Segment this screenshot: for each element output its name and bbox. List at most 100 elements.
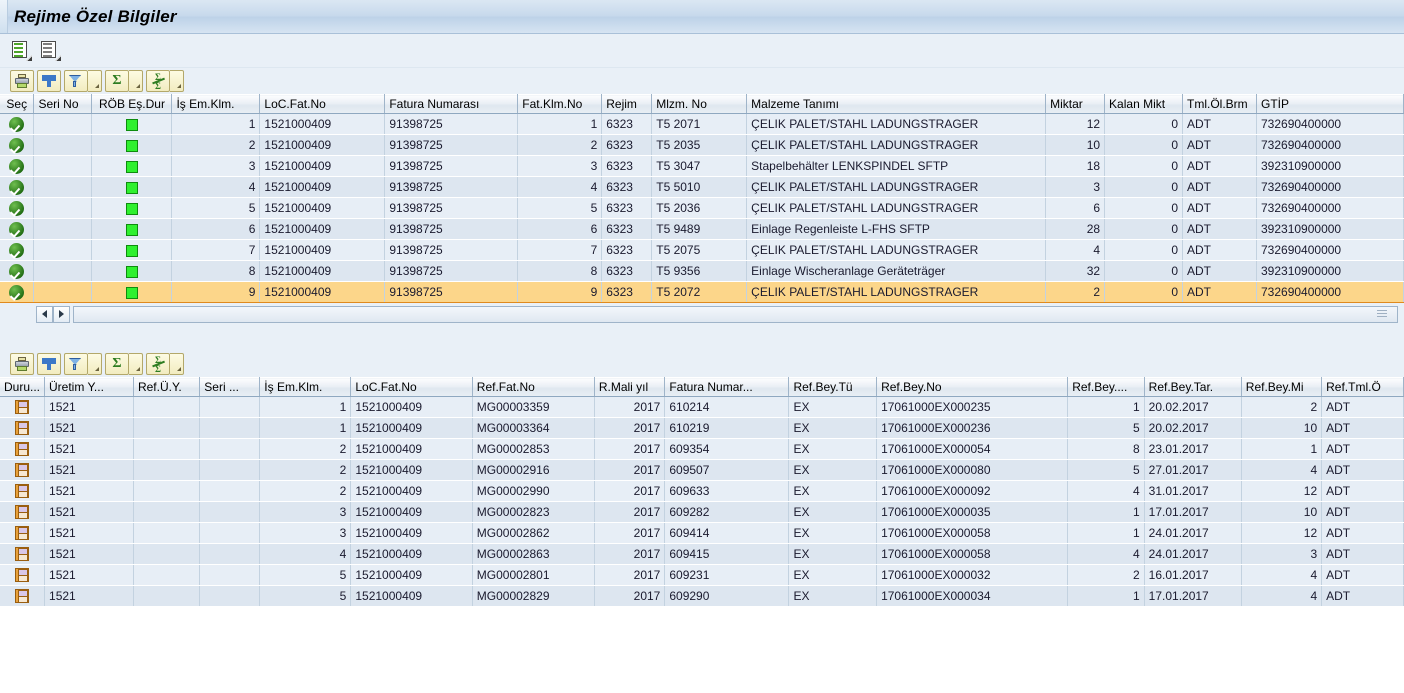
upper-grid-cell-loc_fat_no: 1521000409 <box>259 113 386 135</box>
row-selected-check-icon[interactable] <box>9 263 25 279</box>
lower-grid-column-header-ref_fat_no[interactable]: Ref.Fat.No <box>472 377 595 397</box>
upper-grid-table-row[interactable]: 4 1521000409 91398725 4 6323 T5 5010 ÇELIK PAL… <box>0 176 1404 198</box>
lower-grid-column-header-ref_bey_k[interactable]: Ref.Bey.... <box>1067 377 1145 397</box>
total-dropdown-arrow-lower[interactable] <box>129 353 143 375</box>
lower-grid-table-row[interactable]: 1521 4 1521000409 MG00002863 2017 609415 EX 170… <box>0 543 1404 565</box>
lower-grid-column-header-ref_tml_o[interactable]: Ref.Tml.Ö <box>1321 377 1404 397</box>
upper-grid-column-header-fatura_no[interactable]: Fatura Numarası <box>384 94 519 114</box>
row-selected-check-icon[interactable] <box>9 221 25 237</box>
upper-grid-cell-seri_no <box>33 281 93 303</box>
row-selected-check-icon[interactable] <box>9 179 25 195</box>
print-button[interactable] <box>10 70 34 92</box>
upper-grid-cell-sec[interactable] <box>0 260 35 282</box>
total-dropdown-arrow[interactable] <box>129 70 143 92</box>
total-button[interactable]: Σ <box>105 70 129 92</box>
upper-grid-cell-sec[interactable] <box>0 197 35 219</box>
upper-grid-cell-sec[interactable] <box>0 134 35 156</box>
upper-grid-column-header-tml_ol_brm[interactable]: Tml.Öl.Brm <box>1182 94 1257 114</box>
lower-grid-column-header-fatura_numar[interactable]: Fatura Numar... <box>664 377 790 397</box>
lower-grid-column-header-r_mali_yil[interactable]: R.Mali yıl <box>594 377 666 397</box>
upper-grid-cell-fatura_no: 91398725 <box>384 113 519 135</box>
lower-grid-cell-ref_u_y <box>133 585 201 607</box>
upper-grid-table-row[interactable]: 5 1521000409 91398725 5 6323 T5 2036 ÇELIK PAL… <box>0 197 1404 219</box>
lower-grid-table-row[interactable]: 1521 5 1521000409 MG00002801 2017 609231 EX 170… <box>0 564 1404 586</box>
lower-grid-column-header-uretim_y[interactable]: Üretim Y... <box>44 377 134 397</box>
lower-grid-column-header-ref_bey_mi[interactable]: Ref.Bey.Mi <box>1241 377 1323 397</box>
upper-grid-column-header-gtip[interactable]: GTİP <box>1256 94 1404 114</box>
lower-grid-table-row[interactable]: 1521 5 1521000409 MG00002829 2017 609290 EX 170… <box>0 585 1404 607</box>
filter-button[interactable] <box>37 70 61 92</box>
display-detail-grey-icon[interactable] <box>41 41 61 61</box>
lower-grid-table-row[interactable]: 1521 3 1521000409 MG00002823 2017 609282 EX 170… <box>0 501 1404 523</box>
upper-grid-cell-sec[interactable] <box>0 155 35 177</box>
upper-grid-cell-sec[interactable] <box>0 281 35 303</box>
upper-grid-cell-sec[interactable] <box>0 176 35 198</box>
upper-grid-cell-fatura_no: 91398725 <box>384 260 519 282</box>
print-button-lower[interactable] <box>10 353 34 375</box>
upper-grid-table-row[interactable]: 3 1521000409 91398725 3 6323 T5 3047 Stapelbeh… <box>0 155 1404 177</box>
upper-grid-column-header-miktar[interactable]: Miktar <box>1045 94 1106 114</box>
upper-grid-column-header-rob_es_dur[interactable]: RÖB Eş.Dur <box>91 94 173 114</box>
lower-grid-cell-seri <box>199 564 261 586</box>
upper-grid-table-row[interactable]: 6 1521000409 91398725 6 6323 T5 9489 Einlage R… <box>0 218 1404 240</box>
lower-grid-column-header-duru[interactable]: Duru... <box>0 377 46 397</box>
upper-grid-cell-sec[interactable] <box>0 218 35 240</box>
upper-grid-table-row[interactable]: 7 1521000409 91398725 7 6323 T5 2075 ÇELIK PAL… <box>0 239 1404 261</box>
lower-grid-table-row[interactable]: 1521 2 1521000409 MG00002916 2017 609507 EX 170… <box>0 459 1404 481</box>
lower-grid-table-row[interactable]: 1521 1 1521000409 MG00003359 2017 610214 EX 170… <box>0 396 1404 418</box>
lower-grid-table-row[interactable]: 1521 1 1521000409 MG00003364 2017 610219 EX 170… <box>0 417 1404 439</box>
row-selected-check-icon[interactable] <box>9 158 25 174</box>
lower-grid-column-header-is_em_klm[interactable]: İş Em.Klm. <box>259 377 352 397</box>
lower-grid-table-row[interactable]: 1521 2 1521000409 MG00002990 2017 609633 EX 170… <box>0 480 1404 502</box>
row-selected-check-icon[interactable] <box>9 242 25 258</box>
upper-grid-column-header-mlzm_no[interactable]: Mlzm. No <box>651 94 748 114</box>
set-filter-button[interactable] <box>64 70 88 92</box>
lower-grid-table-row[interactable]: 1521 3 1521000409 MG00002862 2017 609414 EX 170… <box>0 522 1404 544</box>
upper-grid-column-header-sec[interactable]: Seç <box>0 94 35 114</box>
upper-grid-table-row[interactable]: 1 1521000409 91398725 1 6323 T5 2071 ÇELIK PAL… <box>0 113 1404 135</box>
subtotal-dropdown-arrow[interactable] <box>170 70 184 92</box>
subtotal-dropdown-arrow-lower[interactable] <box>170 353 184 375</box>
row-selected-check-icon[interactable] <box>9 284 25 300</box>
upper-grid-column-header-kalan_mikt[interactable]: Kalan Mikt <box>1104 94 1184 114</box>
total-button-lower[interactable]: Σ <box>105 353 129 375</box>
lower-grid-column-header-ref_bey_tar[interactable]: Ref.Bey.Tar. <box>1144 377 1242 397</box>
status-green-square-icon <box>125 118 138 131</box>
scroll-right-arrow-icon[interactable] <box>53 305 70 323</box>
subtotal-button[interactable]: ΣΣ <box>146 70 170 92</box>
lower-grid-column-header-loc_fat_no[interactable]: LoC.Fat.No <box>350 377 473 397</box>
upper-grid-horizontal-scrollbar[interactable] <box>0 303 1404 325</box>
set-filter-button-lower[interactable] <box>64 353 88 375</box>
upper-grid-cell-sec[interactable] <box>0 239 35 261</box>
row-selected-check-icon[interactable] <box>9 200 25 216</box>
lower-grid-column-header-ref_bey_tu[interactable]: Ref.Bey.Tü <box>788 377 878 397</box>
upper-grid-column-header-malzeme[interactable]: Malzeme Tanımı <box>746 94 1047 114</box>
upper-grid-column-header-is_em_klm[interactable]: İş Em.Klm. <box>171 94 261 114</box>
upper-grid-table-row[interactable]: 8 1521000409 91398725 8 6323 T5 9356 Einlage W… <box>0 260 1404 282</box>
upper-grid-cell-loc_fat_no: 1521000409 <box>259 197 386 219</box>
display-detail-green-icon[interactable] <box>12 41 32 61</box>
lower-grid-cell-fatura_numar: 609415 <box>664 543 790 565</box>
upper-grid-column-header-fat_klm_no[interactable]: Fat.Klm.No <box>517 94 603 114</box>
upper-grid-column-header-loc_fat_no[interactable]: LoC.Fat.No <box>259 94 386 114</box>
lower-grid-cell-ref_u_y <box>133 396 201 418</box>
upper-grid-column-header-rejim[interactable]: Rejim <box>601 94 653 114</box>
lower-grid-cell-ref_bey_tar: 24.01.2017 <box>1144 522 1242 544</box>
row-selected-check-icon[interactable] <box>9 137 25 153</box>
set-filter-dropdown-arrow[interactable] <box>88 70 102 92</box>
filter-button-lower[interactable] <box>37 353 61 375</box>
lower-grid-table-row[interactable]: 1521 2 1521000409 MG00002853 2017 609354 EX 170… <box>0 438 1404 460</box>
set-filter-dropdown-arrow-lower[interactable] <box>88 353 102 375</box>
upper-grid-table-row[interactable]: 2 1521000409 91398725 2 6323 T5 2035 ÇELIK PAL… <box>0 134 1404 156</box>
row-selected-check-icon[interactable] <box>9 116 25 132</box>
scroll-grip-icon[interactable] <box>1377 309 1387 319</box>
subtotal-button-lower[interactable]: ΣΣ <box>146 353 170 375</box>
lower-grid-column-header-ref_bey_no[interactable]: Ref.Bey.No <box>876 377 1069 397</box>
upper-grid-cell-sec[interactable] <box>0 113 35 135</box>
scroll-track[interactable] <box>73 305 1398 323</box>
scroll-left-arrow-icon[interactable] <box>36 305 53 323</box>
lower-grid-column-header-seri[interactable]: Seri ... <box>199 377 261 397</box>
upper-grid-column-header-seri_no[interactable]: Seri No <box>33 94 93 114</box>
lower-grid-column-header-ref_u_y[interactable]: Ref.Ü.Y. <box>133 377 201 397</box>
upper-grid-table-row[interactable]: 9 1521000409 91398725 9 6323 T5 2072 ÇELIK PAL… <box>0 281 1404 303</box>
